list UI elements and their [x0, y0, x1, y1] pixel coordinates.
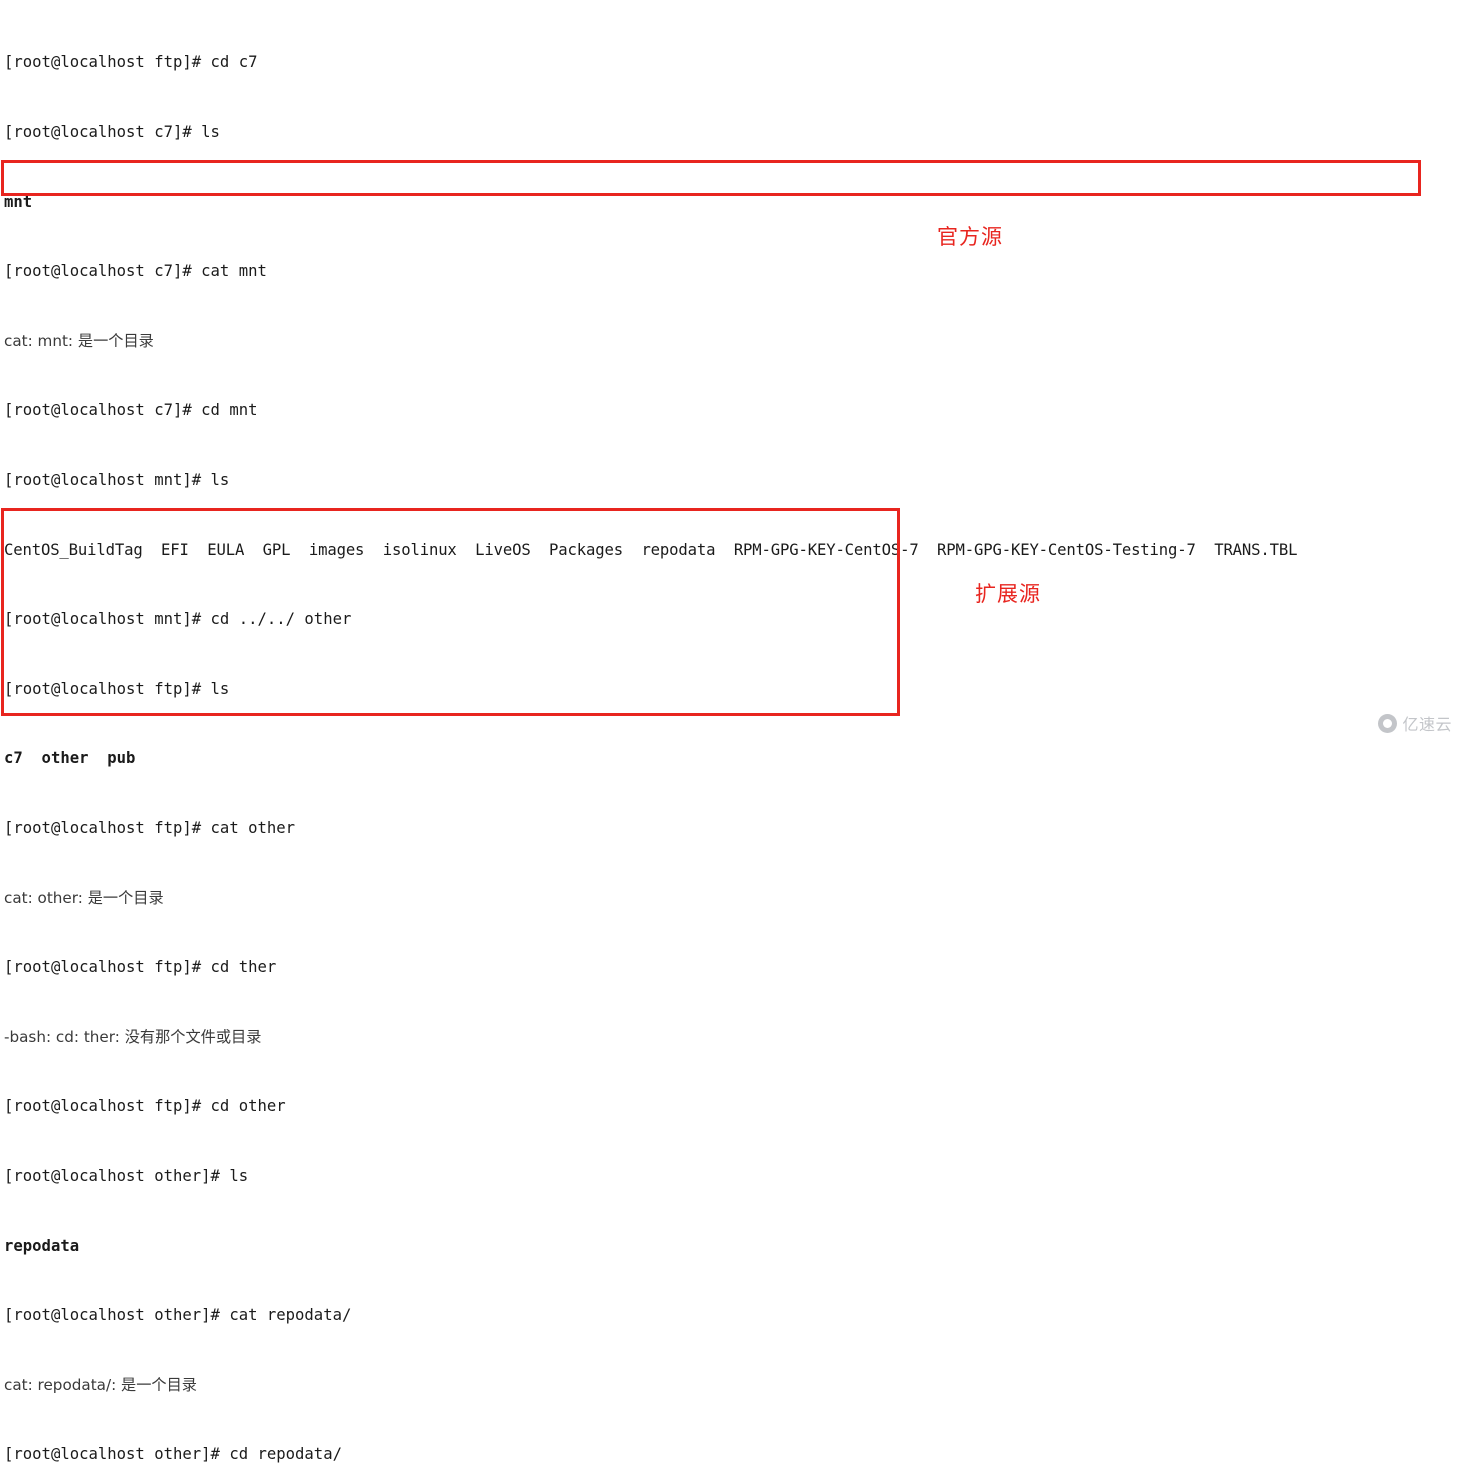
terminal-line: [root@localhost other]# cd repodata/ — [4, 1445, 342, 1464]
terminal-line: [root@localhost ftp]# cd c7 — [4, 53, 258, 72]
terminal-line-error: cat: mnt: 是一个目录 — [4, 331, 154, 350]
watermark: 亿速云 — [1378, 711, 1452, 735]
terminal-line: [root@localhost ftp]# cat other — [4, 818, 296, 837]
terminal-window[interactable]: [root@localhost ftp]# cd c7 [root@localh… — [0, 0, 1462, 1463]
terminal-line: [root@localhost other]# ls — [4, 1166, 249, 1185]
terminal-line: [root@localhost c7]# cd mnt — [4, 401, 258, 420]
terminal-line: [root@localhost ftp]# ls — [4, 679, 230, 698]
terminal-line-directory: repodata — [4, 1236, 80, 1255]
terminal-line-directory: mnt — [4, 192, 33, 211]
terminal-line: [root@localhost c7]# ls — [4, 123, 220, 141]
annotation-official-source: 官方源 — [937, 225, 1003, 249]
watermark-logo-icon — [1378, 713, 1398, 733]
terminal-line-listing-ftp: c7 other pub — [4, 749, 136, 768]
annotation-extended-source: 扩展源 — [975, 582, 1041, 606]
watermark-label: 亿速云 — [1402, 715, 1452, 734]
terminal-line: [root@localhost other]# cat repodata/ — [4, 1306, 352, 1325]
terminal-line: [root@localhost mnt]# cd ../../ other — [4, 610, 352, 629]
terminal-line: [root@localhost mnt]# ls — [4, 470, 230, 489]
terminal-line: [root@localhost c7]# cat mnt — [4, 262, 267, 281]
terminal-line-listing-mnt: CentOS_BuildTag EFI EULA GPL images isol… — [4, 540, 1298, 559]
terminal-line: [root@localhost ftp]# cd other — [4, 1097, 286, 1116]
terminal-line-error: cat: repodata/: 是一个目录 — [4, 1375, 197, 1394]
terminal-line-error: -bash: cd: ther: 没有那个文件或目录 — [4, 1027, 262, 1046]
terminal-line-error: cat: other: 是一个目录 — [4, 888, 164, 907]
terminal-line: [root@localhost ftp]# cd ther — [4, 958, 277, 977]
